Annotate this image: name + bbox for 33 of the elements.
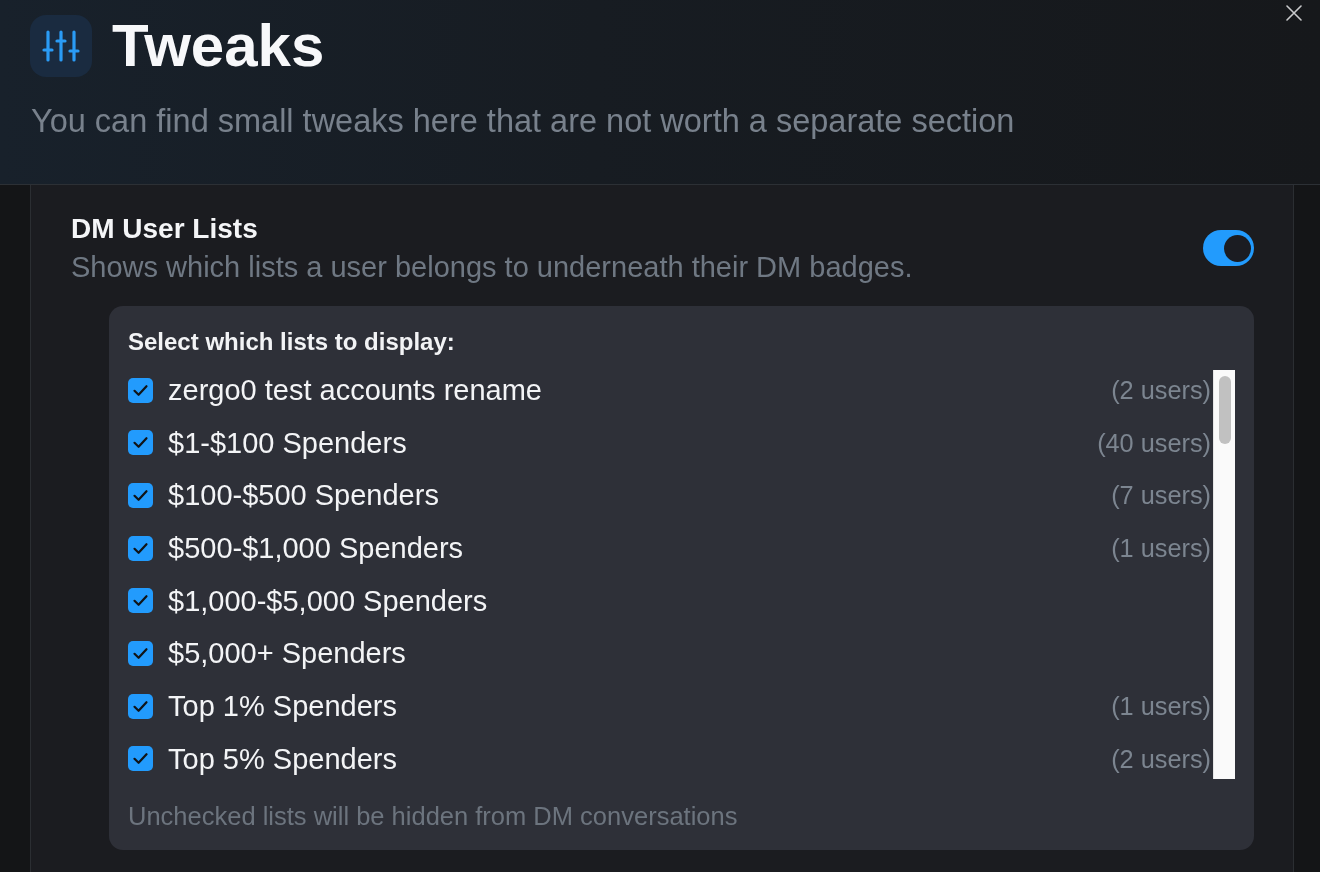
checkbox[interactable] xyxy=(128,640,153,666)
panel-footnote: Unchecked lists will be hidden from DM conversations xyxy=(128,801,739,831)
user-count: (7 users) xyxy=(1111,480,1211,511)
checkbox[interactable] xyxy=(128,482,153,508)
checkbox[interactable] xyxy=(128,430,153,456)
scrollbar-thumb[interactable] xyxy=(1219,376,1231,444)
page-subtitle: You can find small tweaks here that are not worth a separate section xyxy=(31,102,1016,140)
panel-heading: Select which lists to display: xyxy=(128,328,456,356)
user-count: (2 users) xyxy=(1111,743,1211,774)
list-label: Top 1% Spenders xyxy=(168,689,397,724)
list-label: $500-$1,000 Spenders xyxy=(168,531,464,566)
user-count: (40 users) xyxy=(1097,427,1211,458)
list-label: $5,000+ Spenders xyxy=(168,636,406,671)
list-label: $1-$100 Spenders xyxy=(168,425,407,460)
close-icon xyxy=(1286,5,1302,21)
checkbox[interactable] xyxy=(128,535,153,561)
toggle-switch[interactable] xyxy=(1203,230,1254,266)
list-label: $1,000-$5,000 Spenders xyxy=(168,583,488,618)
sliders-icon xyxy=(30,15,92,77)
checkbox[interactable] xyxy=(128,746,153,772)
checkbox[interactable] xyxy=(128,377,153,403)
setting-description: Shows which lists a user belongs to underneath their DM badges. xyxy=(71,251,913,284)
list-label: Top 5% Spenders xyxy=(168,741,397,776)
list-label: $100-$500 Spenders xyxy=(168,478,439,513)
user-count: (2 users) xyxy=(1111,375,1211,405)
checkbox[interactable] xyxy=(128,588,153,614)
checkbox[interactable] xyxy=(128,693,153,719)
user-count: (1 users) xyxy=(1111,691,1211,722)
close-button[interactable] xyxy=(1283,2,1305,24)
page-title: Tweaks xyxy=(112,15,325,77)
list-label: zergo0 test accounts rename xyxy=(168,373,542,407)
setting-title: DM User Lists xyxy=(71,212,259,246)
user-count: (1 users) xyxy=(1111,533,1211,564)
